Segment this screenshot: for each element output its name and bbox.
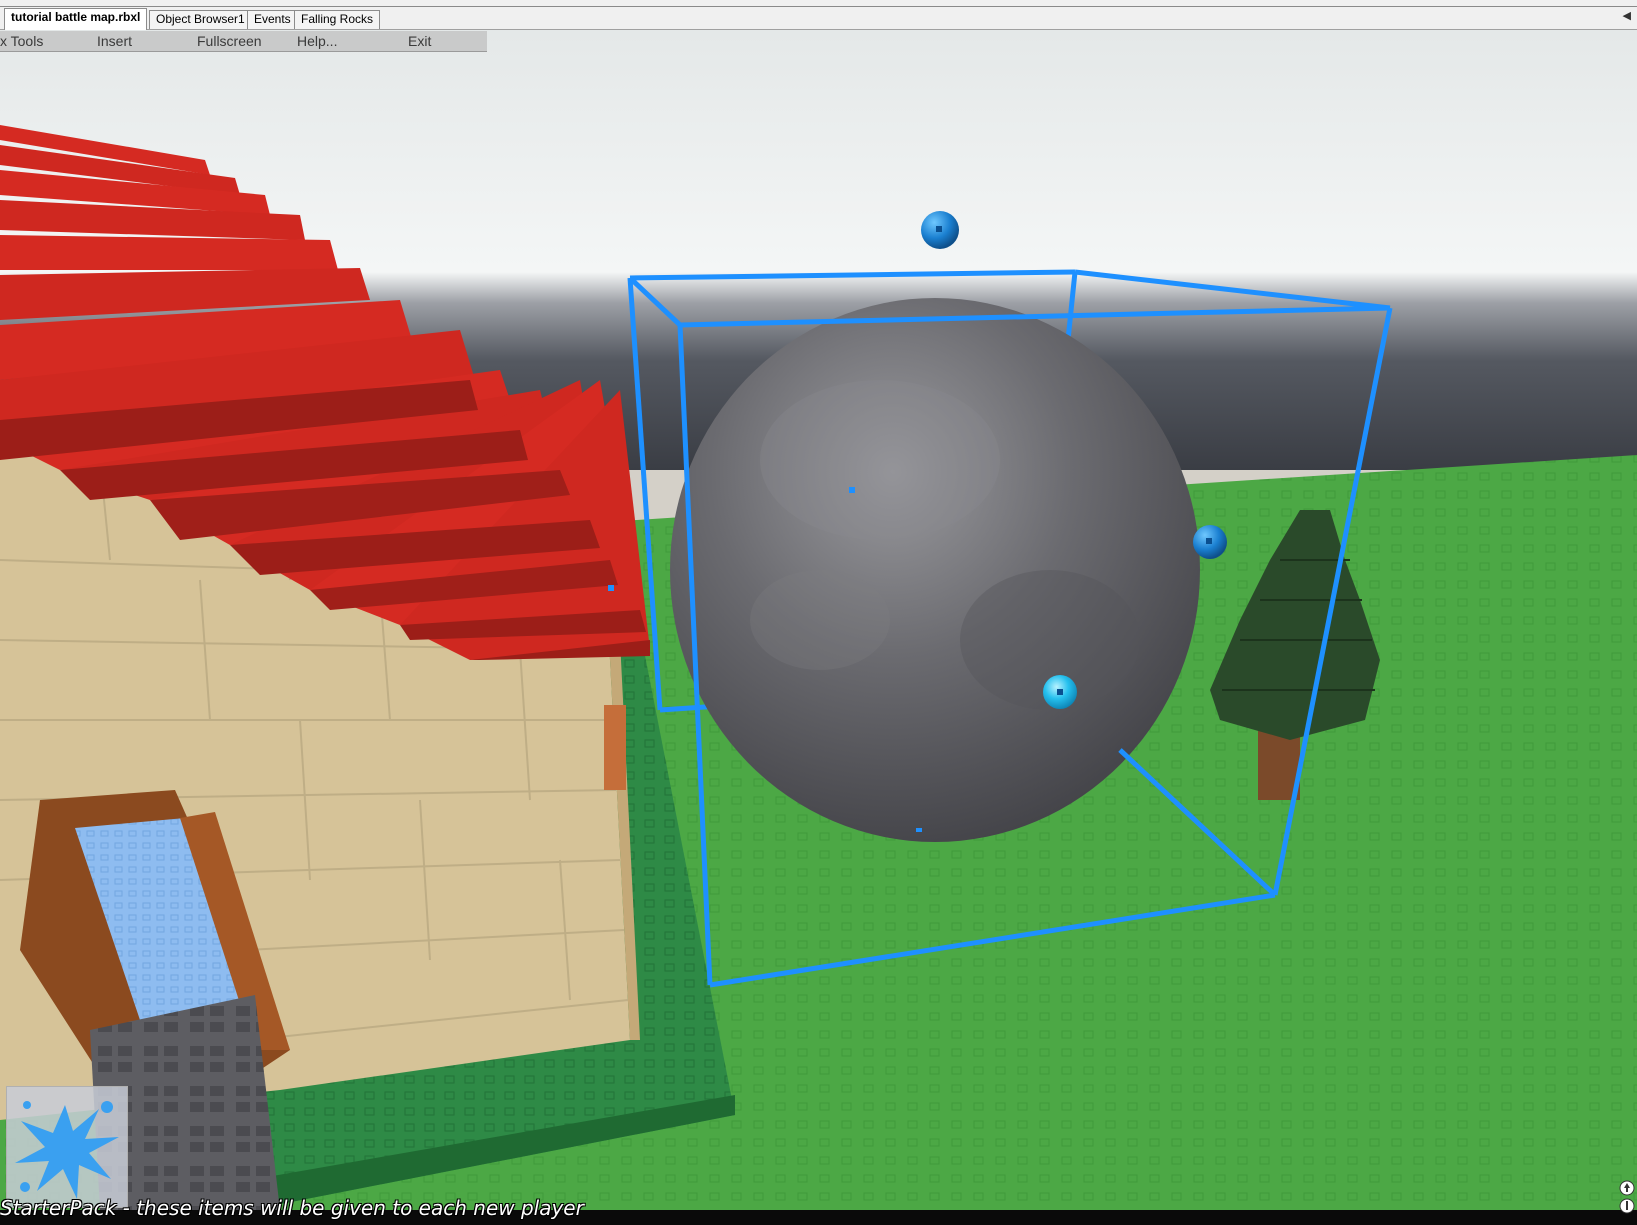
- menu-exit[interactable]: Exit: [408, 33, 431, 49]
- studio-menu-bar: x Tools Insert Fullscreen Help... Exit: [0, 31, 487, 52]
- document-tab-bar: tutorial battle map.rbxl Object Browser1…: [0, 0, 1637, 30]
- menu-fullscreen[interactable]: Fullscreen: [197, 33, 262, 49]
- tab-falling-rocks[interactable]: Falling Rocks: [294, 10, 381, 29]
- 3d-viewport[interactable]: [0, 30, 1637, 1210]
- camera-controls-icon[interactable]: [1619, 1180, 1635, 1214]
- tab-tutorial-battle-map[interactable]: tutorial battle map.rbxl: [4, 8, 148, 30]
- menu-tools[interactable]: x Tools: [0, 33, 43, 49]
- orange-brick: [604, 705, 626, 790]
- status-message: StarterPack - these items will be given …: [0, 1196, 584, 1220]
- tab-object-browser[interactable]: Object Browser1: [149, 10, 252, 29]
- paint-splat-icon: [15, 1101, 119, 1199]
- tab-bar-divider: [0, 6, 1637, 7]
- rock-sphere: [670, 298, 1200, 842]
- menu-help[interactable]: Help...: [297, 33, 337, 49]
- menu-insert[interactable]: Insert: [97, 33, 132, 49]
- tab-scroll-left-icon[interactable]: ◀: [1623, 9, 1631, 22]
- tab-events[interactable]: Events: [247, 10, 298, 29]
- starterpack-tool-slot[interactable]: [6, 1086, 128, 1208]
